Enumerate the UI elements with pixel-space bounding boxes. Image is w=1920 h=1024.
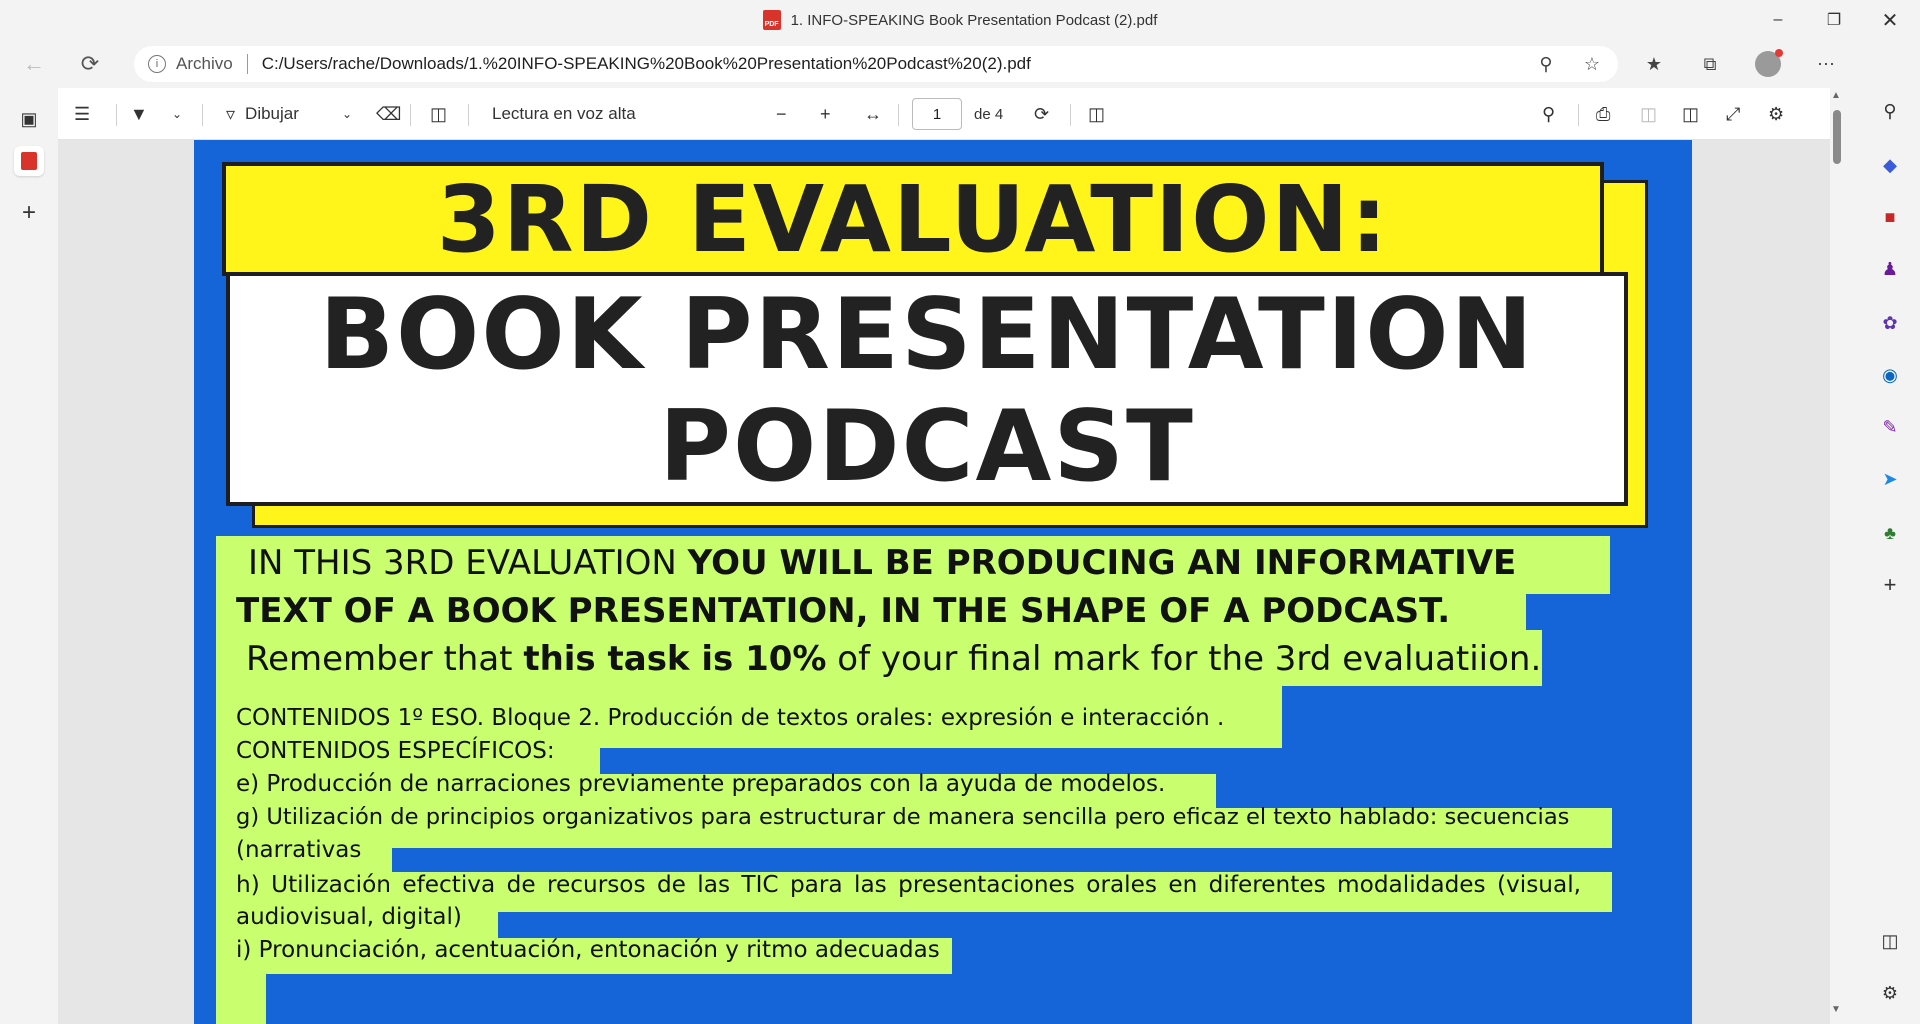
refresh-icon[interactable]: ⟳ [72,40,108,88]
document-title-line1: 3RD EVALUATION: [436,165,1390,273]
intro-line-3-bold: this task is 10% [523,639,827,679]
new-tab-icon[interactable]: + [14,198,44,228]
intro-line-3: Remember that this task is 10% of your f… [246,639,1541,679]
draw-button[interactable]: ▿ Dibujar [226,88,299,140]
back-icon[interactable]: ← [16,40,52,88]
scroll-up-icon[interactable]: ▲ [1831,90,1841,101]
draw-dropdown-icon[interactable]: ⌄ [342,88,352,140]
document-viewport[interactable]: 3RD EVALUATION: BOOK PRESENTATION PODCAS… [58,140,1830,1024]
intro-line-3-text-b: of your final mark for the 3rd evaluatii… [826,639,1542,679]
settings-icon[interactable]: ⚙ [1768,88,1784,140]
send-icon[interactable]: ➤ [1875,464,1905,494]
favorite-add-icon[interactable]: ☆ [1572,40,1612,88]
right-sidebar: ⚲ ◆ ■ ♟ ✿ ◉ ✎ ➤ ♣ + ◫ ⚙ [1862,40,1920,1024]
address-bar[interactable]: i Archivo C:/Users/rache/Downloads/1.%20… [134,46,1618,82]
intro-line-3-text-a: Remember that [246,639,524,679]
toolbar-divider [202,104,203,126]
add-sidebar-app-icon[interactable]: + [1875,570,1905,600]
highlight-block [216,974,266,1024]
intro-line-1-text: IN THIS 3RD EVALUATION [248,543,688,583]
pdf-page: 3RD EVALUATION: BOOK PRESENTATION PODCAS… [194,140,1692,1024]
address-separator [246,54,248,74]
profile-avatar[interactable] [1748,40,1788,88]
toolbar-divider [116,104,117,126]
fullscreen-icon[interactable]: ⤢ [1726,88,1740,140]
save-as-icon[interactable]: ◫ [1682,88,1699,140]
vertical-scrollbar[interactable]: ▲ ▼ [1830,88,1844,1024]
pdf-file-icon: PDF [762,10,781,30]
tree-icon[interactable]: ♣ [1875,518,1905,548]
document-title-line3: PODCAST [659,390,1195,504]
document-title-line2: BOOK PRESENTATION [319,278,1535,392]
address-scheme-label: Archivo [176,54,233,73]
pen-icon: ▿ [226,103,236,124]
contenidos-line: g) Utilización de principios organizativ… [236,804,1570,830]
collections-icon[interactable]: ⧉ [1690,40,1730,88]
pdf-tab-icon[interactable] [14,146,44,176]
games-icon[interactable]: ♟ [1875,254,1905,284]
intro-line-2: TEXT OF A BOOK PRESENTATION, IN THE SHAP… [236,591,1451,631]
page-number-input[interactable]: 1 [912,98,962,130]
microsoft365-icon[interactable]: ✿ [1875,308,1905,338]
toolbar-divider [1578,104,1579,126]
zoom-icon[interactable]: ⚲ [1526,40,1566,88]
contenidos-line: i) Pronunciación, acentuación, entonació… [236,937,940,963]
toolbar-divider [410,104,411,126]
designer-icon[interactable]: ✎ [1875,412,1905,442]
intro-line-1: IN THIS 3RD EVALUATION YOU WILL BE PRODU… [248,543,1516,583]
rotate-icon[interactable]: ⟳ [1034,88,1049,140]
scroll-down-icon[interactable]: ▼ [1831,1004,1841,1015]
contenidos-line: e) Producción de narraciones previamente… [236,771,1166,797]
fit-width-icon[interactable]: ↔ [864,88,882,140]
tab-actions-icon[interactable]: ▣ [14,104,44,134]
left-sidebar: ▣ + [0,88,58,1024]
zoom-out-icon[interactable]: − [776,88,787,140]
toolbar-divider [898,104,899,126]
pdf-toolbar: ☰ ▼ ⌄ ▿ Dibujar ⌄ ⌫ ◫ Lectura en voz alt… [58,88,1830,140]
intro-line-1-bold: YOU WILL BE PRODUCING AN INFORMATIVE [687,543,1517,583]
sidebar-search-icon[interactable]: ⚲ [1875,96,1905,126]
sidebar-settings-icon[interactable]: ⚙ [1875,978,1905,1008]
text-box-icon[interactable]: ◫ [430,88,447,140]
address-row: ← ⟳ i Archivo C:/Users/rache/Downloads/1… [0,40,1920,88]
search-icon[interactable]: ⚲ [1542,88,1555,140]
toolbar-divider [1070,104,1071,126]
contenidos-line: audiovisual, digital) [236,904,462,930]
address-url[interactable]: C:/Users/rache/Downloads/1.%20INFO-SPEAK… [262,54,1031,74]
eraser-icon[interactable]: ⌫ [376,88,401,140]
minimize-button[interactable]: – [1750,0,1806,40]
draw-label: Dibujar [245,104,299,123]
contenidos-line: CONTENIDOS ESPECÍFICOS: [236,738,555,764]
highlight-icon[interactable]: ▼ [130,88,148,140]
hide-sidebar-icon[interactable]: ◫ [1875,926,1905,956]
print-icon[interactable]: ⎙ [1596,88,1610,140]
shopping-tag-icon[interactable]: ◆ [1875,150,1905,180]
info-icon[interactable]: i [148,55,166,73]
contenidos-line: CONTENIDOS 1º ESO. Bloque 2. Producción … [236,705,1225,731]
title-box: BOOK PRESENTATION PODCAST [226,272,1628,506]
tools-icon[interactable]: ■ [1875,202,1905,232]
contenidos-line: h) Utilización efectiva de recursos de l… [236,871,1582,898]
read-aloud-button[interactable]: Lectura en voz alta [492,88,636,140]
close-button[interactable]: ✕ [1862,0,1918,40]
favorites-icon[interactable]: ★ [1634,40,1674,88]
contenidos-line: (narrativas [236,837,362,863]
more-icon[interactable]: ⋯ [1806,40,1846,88]
contents-icon[interactable]: ☰ [74,88,90,140]
restore-button[interactable]: ❐ [1806,0,1862,40]
page-total: de 4 [974,105,1004,123]
window-title: 1. INFO-SPEAKING Book Presentation Podca… [790,11,1158,29]
toolbar-divider [468,104,469,126]
highlight-dropdown-icon[interactable]: ⌄ [172,88,182,140]
zoom-in-icon[interactable]: + [820,88,831,140]
save-icon[interactable]: ◫ [1640,88,1657,140]
title-banner: 3RD EVALUATION: [222,162,1604,276]
scroll-thumb[interactable] [1833,110,1841,164]
outlook-icon[interactable]: ◉ [1875,360,1905,390]
title-bar: PDF 1. INFO-SPEAKING Book Presentation P… [0,0,1920,40]
page-view-icon[interactable]: ◫ [1088,88,1105,140]
